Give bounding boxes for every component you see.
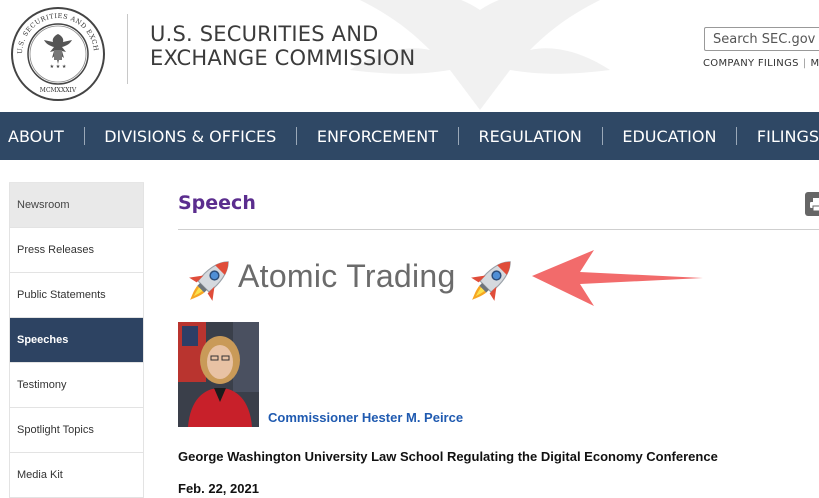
sidebar-item-testimony[interactable]: Testimony — [9, 363, 144, 408]
speaker-link[interactable]: Commissioner Hester M. Peirce — [268, 410, 463, 425]
printer-icon[interactable] — [805, 192, 819, 216]
rocket-icon — [189, 261, 229, 301]
nav-separator — [296, 127, 297, 145]
nav-separator — [601, 127, 603, 145]
main-nav: ABOUT DIVISIONS & OFFICES ENFORCEMENT RE… — [0, 112, 819, 160]
nav-item-regulation[interactable]: REGULATION — [478, 127, 581, 146]
nav-separator — [457, 127, 459, 145]
sidebar-item-spotlight-topics[interactable]: Spotlight Topics — [9, 408, 144, 453]
sidebar-item-newsroom[interactable]: Newsroom — [9, 183, 144, 228]
agency-name[interactable]: U.S. SECURITIES AND EXCHANGE COMMISSION — [150, 22, 415, 70]
rocket-icon — [471, 261, 511, 301]
agency-name-line2: EXCHANGE COMMISSION — [150, 46, 416, 70]
search-input[interactable]: Search SEC.gov — [704, 27, 819, 51]
company-filings-link[interactable]: COMPANY FILINGS — [703, 58, 799, 69]
sidebar-item-media-kit[interactable]: Media Kit — [9, 453, 144, 498]
utility-links: COMPANY FILINGS | M — [703, 58, 819, 69]
nav-separator — [736, 127, 737, 145]
speech-date: Feb. 22, 2021 — [178, 481, 259, 496]
nav-item-about[interactable]: ABOUT — [8, 127, 64, 146]
sidebar-item-press-releases[interactable]: Press Releases — [9, 228, 144, 273]
nav-item-filings[interactable]: FILINGS — [757, 127, 819, 146]
header-divider — [127, 14, 128, 84]
arrow-annotation-icon — [532, 250, 703, 306]
nav-separator — [83, 127, 85, 145]
sec-seal-logo[interactable]: ★ ★ ★ U.S. SECURITIES AND EXCHANGE COMMI… — [10, 6, 106, 102]
speech-title: Atomic Trading — [238, 258, 456, 294]
page-title: Speech — [178, 192, 256, 214]
utility-link-truncated[interactable]: M — [810, 58, 819, 69]
sidebar-item-public-statements[interactable]: Public Statements — [9, 273, 144, 318]
sidebar-item-speeches[interactable]: Speeches — [9, 318, 144, 363]
nav-item-education[interactable]: EDUCATION — [622, 127, 716, 146]
svg-text:MCMXXXIV: MCMXXXIV — [40, 87, 77, 94]
agency-name-line1: U.S. SECURITIES AND — [150, 22, 379, 46]
nav-item-divisions-offices[interactable]: DIVISIONS & OFFICES — [104, 127, 276, 146]
site-header: ★ ★ ★ U.S. SECURITIES AND EXCHANGE COMMI… — [0, 0, 819, 112]
svg-text:★ ★ ★: ★ ★ ★ — [50, 64, 67, 70]
speaker-photo — [178, 322, 259, 427]
title-divider — [178, 229, 819, 230]
sidebar: Newsroom Press Releases Public Statement… — [9, 182, 144, 498]
event-name: George Washington University Law School … — [178, 449, 718, 464]
nav-item-enforcement[interactable]: ENFORCEMENT — [317, 127, 438, 146]
utility-separator: | — [802, 58, 807, 69]
